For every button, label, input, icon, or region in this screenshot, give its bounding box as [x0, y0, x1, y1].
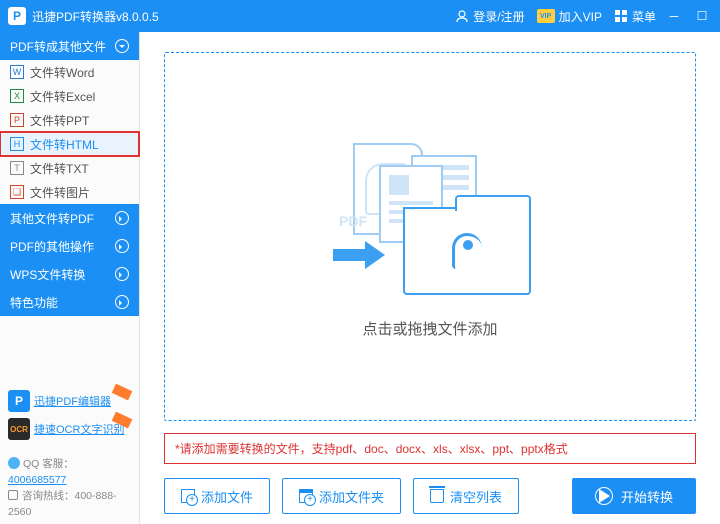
- hot-badge-icon: [112, 384, 133, 401]
- trash-icon: [430, 489, 444, 503]
- phone-icon: [8, 490, 18, 500]
- promo-0[interactable]: P迅捷PDF编辑器: [8, 390, 131, 412]
- vip-icon: VIP: [537, 9, 555, 23]
- sidebar-item-0-1[interactable]: X文件转Excel: [0, 84, 139, 108]
- folder-plus-icon: [299, 489, 313, 503]
- add-file-button[interactable]: 添加文件: [164, 478, 270, 514]
- sidebar: PDF转成其他文件W文件转WordX文件转ExcelP文件转PPTH文件转HTM…: [0, 32, 140, 524]
- chevron-icon: [115, 267, 129, 281]
- start-convert-button[interactable]: 开始转换: [572, 478, 696, 514]
- dropzone[interactable]: PDF 点击或拖拽文件添加: [164, 52, 696, 421]
- button-row: 添加文件 添加文件夹 清空列表 开始转换: [164, 478, 696, 514]
- filetype-icon: H: [10, 137, 24, 151]
- sidebar-item-0-0[interactable]: W文件转Word: [0, 60, 139, 84]
- contact-info: QQ 客服：4006685577 咨询热线：400-888-2560: [0, 452, 139, 524]
- maximize-button[interactable]: ☐: [692, 9, 712, 23]
- sidebar-section-1[interactable]: 其他文件转PDF: [0, 204, 139, 232]
- minimize-button[interactable]: ─: [664, 9, 684, 23]
- user-icon: [455, 9, 469, 23]
- clear-list-button[interactable]: 清空列表: [413, 478, 519, 514]
- file-plus-icon: [181, 489, 195, 503]
- chevron-icon: [115, 211, 129, 225]
- filetype-icon: T: [10, 161, 24, 175]
- vip-button[interactable]: VIP 加入VIP: [537, 8, 602, 25]
- filetype-icon: W: [10, 65, 24, 79]
- login-button[interactable]: 登录/注册: [455, 8, 524, 25]
- filetype-icon: P: [10, 113, 24, 127]
- grid-icon: [614, 9, 628, 23]
- format-note: *请添加需要转换的文件，支持pdf、doc、docx、xls、xlsx、ppt、…: [164, 433, 696, 464]
- chevron-icon: [115, 295, 129, 309]
- dropzone-illustration-icon: PDF: [325, 135, 535, 300]
- sidebar-section-3[interactable]: WPS文件转换: [0, 260, 139, 288]
- qq-icon: [8, 457, 20, 469]
- filetype-icon: X: [10, 89, 24, 103]
- add-folder-button[interactable]: 添加文件夹: [282, 478, 401, 514]
- titlebar: P 迅捷PDF转换器v8.0.0.5 登录/注册 VIP 加入VIP 菜单 ─ …: [0, 0, 720, 32]
- promo-1[interactable]: OCR捷速OCR文字识别: [8, 418, 131, 440]
- sidebar-item-0-2[interactable]: P文件转PPT: [0, 108, 139, 132]
- play-icon: [595, 487, 613, 505]
- app-logo-icon: P: [8, 7, 26, 25]
- content-area: PDF 点击或拖拽文件添加 *请添加需要转换的文件，支持pdf、doc、docx…: [140, 32, 720, 524]
- sidebar-item-0-5[interactable]: ❏文件转图片: [0, 180, 139, 204]
- sidebar-section-0[interactable]: PDF转成其他文件: [0, 32, 139, 60]
- sidebar-item-0-4[interactable]: T文件转TXT: [0, 156, 139, 180]
- filetype-icon: ❏: [10, 185, 24, 199]
- dropzone-text: 点击或拖拽文件添加: [362, 318, 497, 339]
- sidebar-section-4[interactable]: 特色功能: [0, 288, 139, 316]
- promo-icon: OCR: [8, 418, 30, 440]
- menu-button[interactable]: 菜单: [614, 8, 656, 25]
- sidebar-section-2[interactable]: PDF的其他操作: [0, 232, 139, 260]
- promo-icon: P: [8, 390, 30, 412]
- chevron-icon: [115, 39, 129, 53]
- sidebar-item-0-3[interactable]: H文件转HTML: [0, 132, 139, 156]
- qq-link[interactable]: 4006685577: [8, 474, 66, 486]
- app-title: 迅捷PDF转换器v8.0.0.5: [32, 8, 159, 25]
- chevron-icon: [115, 239, 129, 253]
